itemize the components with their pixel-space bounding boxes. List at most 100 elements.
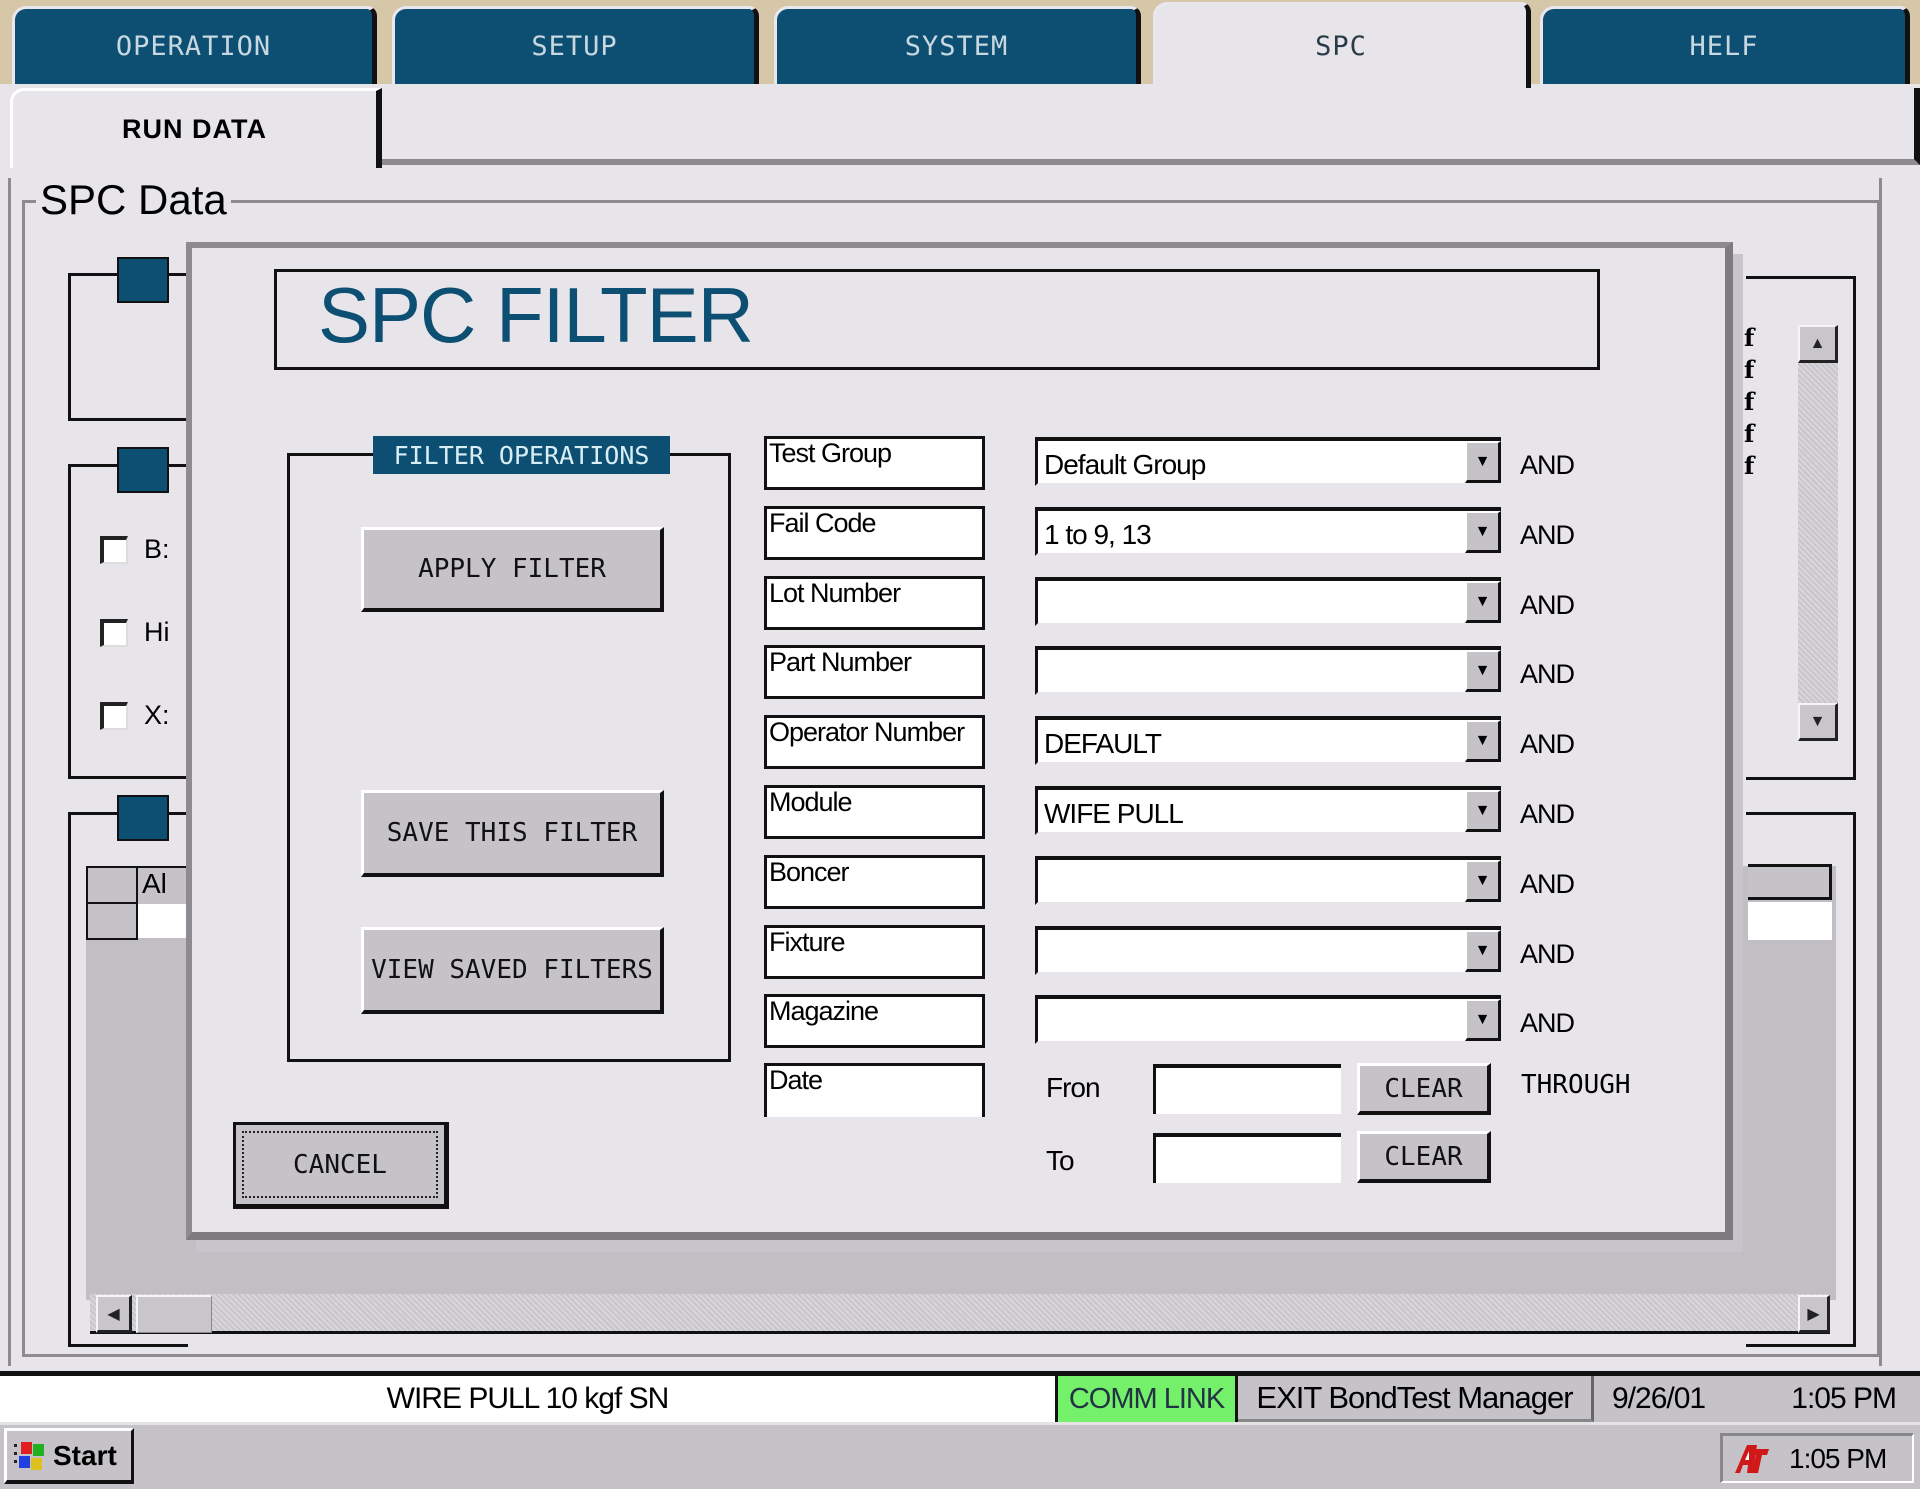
tab-operation[interactable]: OPERATION bbox=[12, 6, 377, 84]
dropdown-value: 1 to 9, 13 bbox=[1044, 519, 1152, 550]
chevron-down-icon: ▼ bbox=[1474, 731, 1491, 749]
bg-list-items: f f f f f bbox=[1744, 322, 1754, 482]
bg-panel-2 bbox=[68, 464, 188, 779]
app-tray-icon[interactable] bbox=[1731, 1441, 1771, 1477]
chevron-down-icon: ▼ bbox=[1474, 871, 1491, 889]
field-label-boncer: Boncer bbox=[764, 855, 985, 909]
comm-link-indicator: COMM LINK bbox=[1055, 1376, 1238, 1422]
chevron-down-icon: ▼ bbox=[1474, 522, 1491, 540]
dropdown-arrow-button[interactable]: ▼ bbox=[1465, 581, 1501, 623]
grid-cell-right bbox=[1748, 902, 1832, 940]
arrow-right-icon: ▶ bbox=[1807, 1305, 1820, 1323]
checkbox-hi[interactable] bbox=[100, 619, 128, 647]
tab-setup[interactable]: SETUP bbox=[392, 6, 759, 84]
scroll-down-button[interactable]: ▼ bbox=[1798, 703, 1838, 741]
bg-list-item: f bbox=[1744, 387, 1755, 416]
field-label-operator-number: Operator Number bbox=[764, 715, 985, 769]
bg-list-item: f bbox=[1744, 323, 1755, 352]
dropdown-value: WIFE PULL bbox=[1044, 798, 1184, 829]
date-from-input[interactable] bbox=[1153, 1064, 1341, 1114]
tab-help[interactable]: HELF bbox=[1540, 6, 1910, 84]
dropdown-arrow-button[interactable]: ▼ bbox=[1465, 860, 1501, 902]
status-date: 9/26/01 bbox=[1612, 1382, 1706, 1415]
clear-to-button[interactable]: CLEAR bbox=[1357, 1131, 1491, 1183]
clear-from-button[interactable]: CLEAR bbox=[1357, 1063, 1491, 1115]
tab-spc[interactable]: SPC bbox=[1153, 2, 1531, 88]
bg-panel-2-badge bbox=[117, 447, 169, 493]
filter-operations-legend: FILTER OPERATIONS bbox=[373, 436, 670, 474]
tab-system[interactable]: SYSTEM bbox=[774, 6, 1141, 84]
and-connector: AND bbox=[1520, 659, 1575, 689]
start-label: Start bbox=[53, 1439, 117, 1471]
field-label-fixture: Fixture bbox=[764, 925, 985, 979]
grid-corner-cell bbox=[86, 866, 138, 904]
arrow-left-icon: ◀ bbox=[107, 1305, 120, 1323]
vertical-scrollbar[interactable] bbox=[1798, 325, 1838, 741]
scroll-right-button[interactable]: ▶ bbox=[1798, 1295, 1830, 1333]
date-to-input[interactable] bbox=[1153, 1133, 1341, 1183]
checkbox-b[interactable] bbox=[100, 536, 128, 564]
taskbar bbox=[0, 1422, 1920, 1489]
chevron-down-icon: ▼ bbox=[1474, 941, 1491, 959]
subtab-strip bbox=[382, 88, 1920, 165]
save-filter-button[interactable]: SAVE THIS FILTER bbox=[361, 790, 664, 877]
dropdown-value: Default Group bbox=[1044, 449, 1206, 480]
dropdown-test-group[interactable]: Default Group ▼ bbox=[1035, 437, 1501, 486]
and-connector: AND bbox=[1520, 450, 1575, 480]
bg-list-item: f bbox=[1744, 419, 1755, 448]
status-time: 1:05 PM bbox=[1791, 1382, 1897, 1415]
field-label-part-number: Part Number bbox=[764, 645, 985, 699]
field-label-lot-number: Lot Number bbox=[764, 576, 985, 630]
checkbox-x-label: X: bbox=[144, 700, 170, 730]
scroll-up-button[interactable]: ▲ bbox=[1798, 325, 1838, 363]
windows-logo-icon bbox=[14, 1441, 44, 1470]
subtab-run-data[interactable]: RUN DATA bbox=[10, 88, 382, 168]
dropdown-fail-code[interactable]: 1 to 9, 13 ▼ bbox=[1035, 507, 1501, 556]
dropdown-arrow-button[interactable]: ▼ bbox=[1465, 930, 1501, 972]
dropdown-operator-number[interactable]: DEFAULT ▼ bbox=[1035, 716, 1501, 765]
dropdown-arrow-button[interactable]: ▼ bbox=[1465, 650, 1501, 692]
arrow-down-icon: ▼ bbox=[1809, 712, 1826, 730]
dropdown-arrow-button[interactable]: ▼ bbox=[1465, 720, 1501, 762]
field-label-magazine: Magazine bbox=[764, 994, 985, 1048]
arrow-up-icon: ▲ bbox=[1809, 334, 1826, 352]
through-label: THROUGH bbox=[1521, 1070, 1631, 1100]
dialog-title: SPC FILTER bbox=[318, 271, 754, 359]
system-tray: 1:05 PM bbox=[1720, 1433, 1914, 1483]
view-saved-filters-button[interactable]: VIEW SAVED FILTERS bbox=[361, 927, 664, 1014]
and-connector: AND bbox=[1520, 590, 1575, 620]
horizontal-scrollbar[interactable] bbox=[90, 1294, 1830, 1334]
scroll-left-button[interactable]: ◀ bbox=[96, 1295, 132, 1333]
chevron-down-icon: ▼ bbox=[1474, 661, 1491, 679]
exit-bondtest-manager-button[interactable]: EXIT BondTest Manager bbox=[1238, 1376, 1594, 1422]
checkbox-x[interactable] bbox=[100, 702, 128, 730]
bg-panel-3-badge bbox=[117, 795, 169, 841]
grid-row-header bbox=[86, 902, 138, 940]
dropdown-value: DEFAULT bbox=[1044, 728, 1162, 759]
status-module-text: WIRE PULL 10 kgf SN bbox=[386, 1382, 670, 1415]
dropdown-arrow-button[interactable]: ▼ bbox=[1465, 790, 1501, 832]
tray-clock: 1:05 PM bbox=[1789, 1442, 1887, 1474]
and-connector: AND bbox=[1520, 939, 1575, 969]
and-connector: AND bbox=[1520, 799, 1575, 829]
chevron-down-icon: ▼ bbox=[1474, 801, 1491, 819]
dropdown-boncer[interactable]: ▼ bbox=[1035, 856, 1501, 905]
cancel-button-label: CANCEL bbox=[293, 1149, 387, 1180]
dropdown-module[interactable]: WIFE PULL ▼ bbox=[1035, 786, 1501, 835]
dropdown-magazine[interactable]: ▼ bbox=[1035, 995, 1501, 1044]
dropdown-fixture[interactable]: ▼ bbox=[1035, 926, 1501, 975]
grid-header-right bbox=[1748, 864, 1832, 900]
horizontal-scroll-thumb[interactable] bbox=[136, 1295, 212, 1333]
dropdown-arrow-button[interactable]: ▼ bbox=[1465, 999, 1501, 1041]
cancel-button[interactable]: CANCEL bbox=[233, 1122, 449, 1209]
dropdown-arrow-button[interactable]: ▼ bbox=[1465, 511, 1501, 553]
start-button[interactable]: Start bbox=[4, 1428, 134, 1484]
dropdown-lot-number[interactable]: ▼ bbox=[1035, 577, 1501, 626]
apply-filter-button[interactable]: APPLY FILTER bbox=[361, 527, 664, 612]
bg-panel-1-badge bbox=[117, 257, 169, 303]
date-from-label: Fron bbox=[1046, 1072, 1101, 1103]
chevron-down-icon: ▼ bbox=[1474, 1010, 1491, 1028]
dropdown-arrow-button[interactable]: ▼ bbox=[1465, 441, 1501, 483]
checkbox-b-label: B: bbox=[144, 534, 170, 564]
dropdown-part-number[interactable]: ▼ bbox=[1035, 646, 1501, 695]
